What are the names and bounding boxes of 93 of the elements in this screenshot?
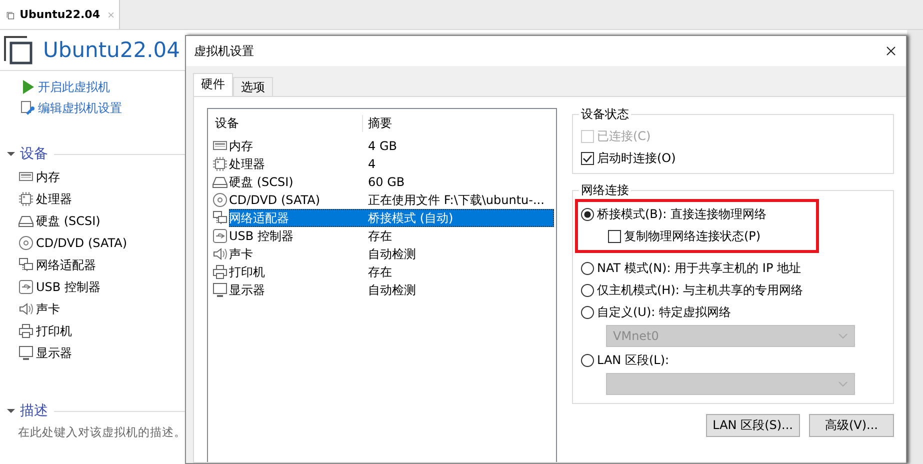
table-row[interactable]: 内存 4 GB [229, 137, 554, 155]
section-title: 设备 [20, 145, 48, 163]
table-cell: 存在 [368, 264, 392, 280]
checkbox-label: 已连接(C) [597, 128, 651, 144]
table-cell-text: 处理器 [229, 156, 266, 172]
device-item[interactable]: 处理器 [36, 190, 72, 208]
speaker-icon [18, 301, 34, 317]
chip-icon [18, 191, 34, 207]
table-row[interactable]: 硬盘 (SCSI) 60 GB [229, 173, 554, 191]
table-cell-text: 硬盘 (SCSI) [229, 174, 294, 190]
monitor-icon [212, 282, 228, 298]
radio[interactable] [581, 306, 594, 318]
radio[interactable] [581, 284, 594, 296]
table-cell-text: 显示器 [229, 282, 266, 298]
table-cell-text: CD/DVD (SATA) [229, 193, 322, 207]
action-link[interactable]: 编辑虚拟机设置 [38, 100, 122, 116]
device-item[interactable]: CD/DVD (SATA) [36, 236, 128, 250]
dialog-title: 虚拟机设置 [194, 42, 254, 60]
table-cell: 桥接模式 (自动) [368, 210, 454, 226]
device-item[interactable]: 内存 [36, 168, 60, 186]
play-icon [20, 79, 36, 95]
button[interactable]: 高级(V)... [809, 414, 894, 437]
monitors-icon [212, 210, 228, 226]
device-item[interactable]: 声卡 [36, 300, 60, 318]
table-cell: 自动检测 [368, 246, 416, 262]
group-title: 设备状态 [579, 106, 631, 123]
table-cell: 60 GB [368, 175, 405, 189]
printer-icon [212, 264, 228, 280]
usb-icon [212, 228, 228, 244]
chevron-down-icon [838, 381, 848, 387]
collapse-icon[interactable] [6, 149, 16, 159]
checked-checkbox[interactable] [581, 152, 594, 164]
checkbox[interactable] [608, 230, 621, 242]
vm-name: Ubuntu22.04 [43, 38, 180, 62]
table-cell-text: 内存 [229, 138, 254, 154]
disc-icon [18, 235, 34, 251]
group-title: 网络连接 [579, 182, 631, 199]
table-cell-text: 网络适配器 [229, 210, 290, 226]
disc-icon [212, 192, 228, 208]
device-item[interactable]: 显示器 [36, 344, 72, 362]
table-cell-text: 声卡 [229, 246, 254, 262]
radio[interactable] [581, 354, 594, 366]
table-cell: 自动检测 [368, 282, 416, 298]
drive-icon [18, 213, 34, 229]
dropdown: VMnet0 [606, 325, 855, 347]
tab-title: Ubuntu22.04 [20, 8, 100, 21]
monitor-icon [18, 345, 34, 361]
column-header[interactable]: 摘要 [363, 114, 392, 132]
table-cell: 4 GB [368, 139, 397, 153]
table-row[interactable]: CD/DVD (SATA) 正在使用文件 F:\下载\ubuntu-... [229, 191, 554, 209]
action-link[interactable]: 开启此虚拟机 [38, 78, 110, 96]
table-cell: 4 [368, 157, 376, 171]
table-cell-text: 打印机 [229, 264, 266, 280]
monitors-icon [18, 257, 34, 273]
selected-radio[interactable] [581, 208, 594, 220]
device-item[interactable]: 打印机 [36, 322, 72, 340]
chevron-down-icon [838, 333, 848, 339]
radio-label[interactable]: 桥接模式(B): 直接连接物理网络 [597, 206, 766, 222]
speaker-icon [212, 246, 228, 262]
radio-label[interactable]: 自定义(U): 特定虚拟网络 [597, 304, 732, 320]
close-icon[interactable] [886, 46, 896, 56]
radio[interactable] [581, 262, 594, 274]
document-tab[interactable]: Ubuntu22.04 [0, 0, 120, 29]
checkbox-label[interactable]: 启动时连接(O) [597, 150, 676, 166]
radio-label[interactable]: LAN 区段(L): [597, 352, 670, 368]
table-row[interactable]: 处理器 4 [229, 155, 554, 173]
chip-icon [212, 156, 228, 172]
tab[interactable]: 选项 [233, 77, 273, 97]
checkbox-label[interactable]: 复制物理网络连接状态(P) [624, 228, 761, 244]
device-item[interactable]: 硬盘 (SCSI) [36, 212, 100, 230]
table-cell: 正在使用文件 F:\下载\ubuntu-... [368, 192, 544, 208]
device-item[interactable]: USB 控制器 [36, 278, 100, 296]
radio-label[interactable]: 仅主机模式(H): 与主机共享的专用网络 [597, 282, 804, 298]
usb-icon [18, 279, 34, 295]
collapse-icon[interactable] [6, 406, 16, 416]
button[interactable]: LAN 区段(S)... [706, 414, 800, 437]
table-row[interactable]: USB 控制器 存在 [229, 227, 554, 245]
table-cell: 存在 [368, 228, 392, 244]
column-header[interactable]: 设备 [212, 114, 363, 132]
wrench-icon [20, 100, 36, 116]
device-item[interactable]: 网络适配器 [36, 256, 96, 274]
table-row[interactable]: 声卡 自动检测 [229, 245, 554, 263]
vm-icon [3, 35, 33, 65]
table-row[interactable]: 显示器 自动检测 [229, 281, 554, 299]
table-row[interactable]: 打印机 存在 [229, 263, 554, 281]
printer-icon [18, 323, 34, 339]
tab[interactable]: 硬件 [193, 73, 233, 97]
description-placeholder[interactable]: 在此处键入对该虚拟机的描述。 [0, 420, 185, 440]
radio-label[interactable]: NAT 模式(N): 用于共享主机的 IP 地址 [597, 260, 801, 276]
table-cell-text: USB 控制器 [229, 228, 294, 244]
section-title: 描述 [20, 402, 48, 420]
drive-icon [212, 174, 228, 190]
table-row[interactable]: 网络适配器 桥接模式 (自动) [229, 209, 554, 227]
